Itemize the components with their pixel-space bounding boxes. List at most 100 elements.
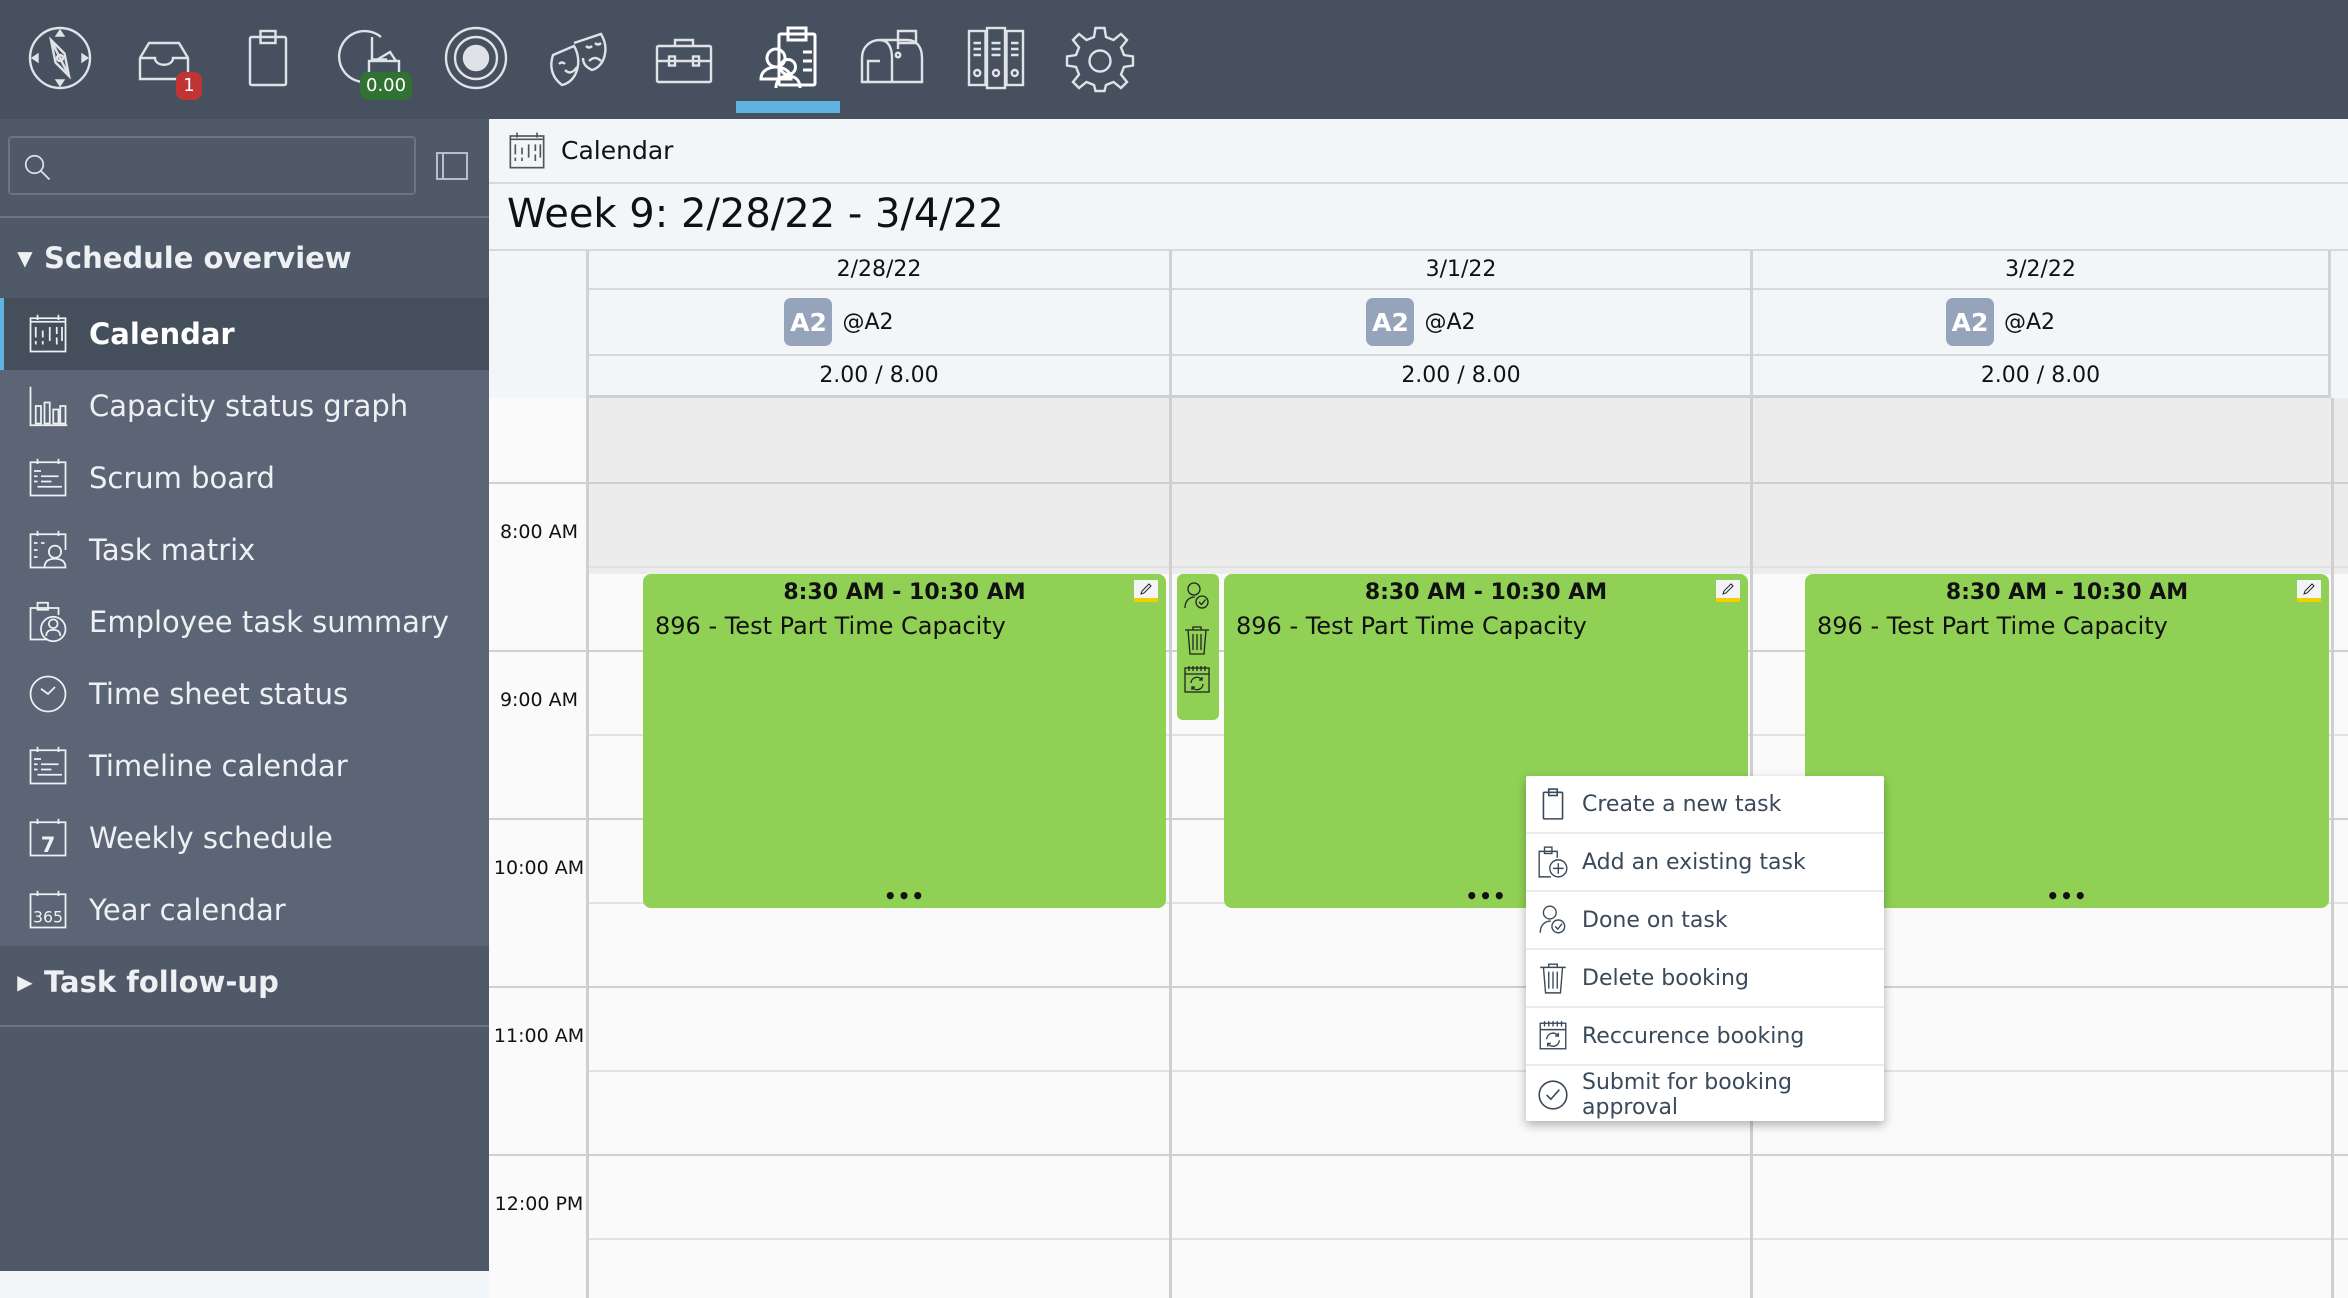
booking-title: 896 - Test Part Time Capacity	[655, 612, 1006, 640]
nav-goals[interactable]	[436, 22, 516, 94]
time-label: 12:00 PM	[494, 1193, 584, 1215]
booking-more-button[interactable]: •••	[643, 884, 1166, 908]
clock-icon	[27, 673, 69, 715]
day-user[interactable]: A2 @A2	[1172, 290, 1750, 356]
edit-booking-button[interactable]	[1134, 580, 1158, 602]
sidebar-item-label: Weekly schedule	[89, 821, 333, 855]
sidebar-item-task-matrix[interactable]: Task matrix	[0, 514, 489, 586]
sidebar-item-label: Task matrix	[89, 533, 256, 567]
day-user[interactable]: A2 @A2	[589, 290, 1169, 356]
menu-item-label: Add an existing task	[1582, 849, 1806, 875]
time-label: 9:00 AM	[499, 689, 579, 711]
menu-item-label: Delete booking	[1582, 965, 1749, 991]
non-working-hours	[589, 398, 2348, 574]
column-line	[586, 398, 589, 1298]
inbox-count-badge: 1	[176, 72, 202, 100]
recurrence-icon	[1536, 1019, 1570, 1053]
sidebar-item-label: Timeline calendar	[89, 749, 348, 783]
search-icon	[24, 154, 51, 181]
sidebar-search[interactable]	[8, 136, 416, 195]
menu-item-delete-booking[interactable]: Delete booking	[1526, 950, 1884, 1008]
calendar-grid[interactable]: 8:30 AM - 10:30 AM 896 - Test Part Time …	[586, 398, 2348, 1298]
sidebar-divider	[0, 216, 489, 218]
booking-title: 896 - Test Part Time Capacity	[1236, 612, 1587, 640]
section-title: Schedule overview	[44, 241, 352, 275]
caret-down-icon: ▼	[17, 246, 33, 270]
user-handle: @A2	[1424, 309, 1476, 335]
bar-graph-icon	[27, 385, 69, 427]
svg-text:365: 365	[33, 907, 63, 926]
schedule-overview-items: Calendar Capacity status graph Scrum boa…	[0, 298, 489, 946]
menu-item-label: Done on task	[1582, 907, 1728, 933]
sidebar-item-capacity-status-graph[interactable]: Capacity status graph	[0, 370, 489, 442]
section-schedule-overview[interactable]: ▼ Schedule overview	[0, 222, 489, 294]
sidebar-item-timeline-calendar[interactable]: Timeline calendar	[0, 730, 489, 802]
hour-line	[589, 986, 2348, 988]
recurrence-booking-button[interactable]	[1181, 664, 1213, 696]
time-label: 11:00 AM	[493, 1025, 585, 1047]
user-check-icon	[1536, 903, 1570, 937]
day-date: 3/2/22	[1753, 250, 2328, 290]
recurrence-icon	[1184, 666, 1210, 693]
day-user[interactable]: A2 @A2	[1753, 290, 2328, 356]
menu-item-done-on-task[interactable]: Done on task	[1526, 892, 1884, 950]
day-capacity: 2.00 / 8.00	[1753, 356, 2328, 398]
half-hour-line	[589, 566, 2348, 568]
booking-time: 8:30 AM - 10:30 AM	[1945, 580, 2189, 605]
user-handle: @A2	[2003, 309, 2056, 335]
time-divider	[489, 482, 589, 484]
nav-social[interactable]	[540, 22, 620, 94]
delete-booking-button[interactable]	[1181, 624, 1213, 656]
target-icon	[444, 26, 508, 90]
section-title: Task follow-up	[44, 965, 279, 999]
half-hour-line	[589, 1238, 2348, 1240]
booking-context-menu: Create a new task Add an existing task D…	[1526, 776, 1884, 1121]
scrum-board-icon	[27, 457, 69, 499]
day-header: 2/28/22 A2 @A2 2.00 / 8.00	[586, 250, 1169, 398]
menu-item-create-new-task[interactable]: Create a new task	[1526, 776, 1884, 834]
menu-item-label: Reccurence booking	[1582, 1023, 1805, 1049]
booking-block[interactable]: 8:30 AM - 10:30 AM 896 - Test Part Time …	[643, 574, 1166, 908]
caret-right-icon: ▶	[17, 970, 33, 994]
nav-compass[interactable]	[20, 22, 100, 94]
booking-title: 896 - Test Part Time Capacity	[1817, 612, 2168, 640]
sidebar-item-calendar[interactable]: Calendar	[0, 298, 489, 370]
sidebar-item-year-calendar[interactable]: 365 Year calendar	[0, 874, 489, 946]
done-on-task-button[interactable]	[1181, 580, 1213, 612]
day-header: 3/1/22 A2 @A2 2.00 / 8.00	[1169, 250, 1750, 398]
avatar: A2	[784, 298, 833, 346]
clipboard-add-icon	[1536, 845, 1570, 879]
day-date: 2/28/22	[589, 250, 1169, 290]
nav-schedule[interactable]	[748, 22, 828, 94]
sidebar-item-weekly-schedule[interactable]: 7 Weekly schedule	[0, 802, 489, 874]
menu-item-submit-for-approval[interactable]: Submit for booking approval	[1526, 1066, 1884, 1124]
edit-booking-button[interactable]	[2297, 580, 2321, 602]
sidebar-item-scrum-board[interactable]: Scrum board	[0, 442, 489, 514]
avatar: A2	[1945, 298, 1994, 346]
nav-settings[interactable]	[1060, 22, 1140, 94]
top-navigation-bar: 1 0.00	[0, 0, 2348, 119]
time-divider	[489, 1154, 589, 1156]
sidebar-item-time-sheet-status[interactable]: Time sheet status	[0, 658, 489, 730]
booking-time: 8:30 AM - 10:30 AM	[783, 580, 1026, 605]
calendar-icon	[27, 313, 69, 355]
edit-booking-button[interactable]	[1716, 580, 1740, 602]
nav-mailbox[interactable]	[852, 22, 932, 94]
sidebar-search-input[interactable]	[60, 138, 410, 193]
time-divider	[489, 650, 589, 652]
day-capacity: 2.00 / 8.00	[589, 356, 1169, 398]
menu-item-recurrence-booking[interactable]: Reccurence booking	[1526, 1008, 1884, 1066]
menu-item-add-existing-task[interactable]: Add an existing task	[1526, 834, 1884, 892]
active-nav-indicator	[736, 101, 840, 113]
sidebar-item-label: Scrum board	[89, 461, 275, 495]
nav-tasks[interactable]	[228, 22, 308, 94]
collapse-sidebar-button[interactable]	[436, 152, 468, 180]
sidebar-item-employee-task-summary[interactable]: Employee task summary	[0, 586, 489, 658]
section-task-follow-up[interactable]: ▶ Task follow-up	[0, 946, 489, 1018]
time-label: 10:00 AM	[493, 857, 585, 879]
nav-tools[interactable]	[644, 22, 724, 94]
mailbox-icon	[860, 29, 924, 84]
sidebar-item-label: Time sheet status	[89, 677, 349, 711]
nav-archive[interactable]	[956, 22, 1036, 94]
gear-icon	[1065, 26, 1135, 93]
